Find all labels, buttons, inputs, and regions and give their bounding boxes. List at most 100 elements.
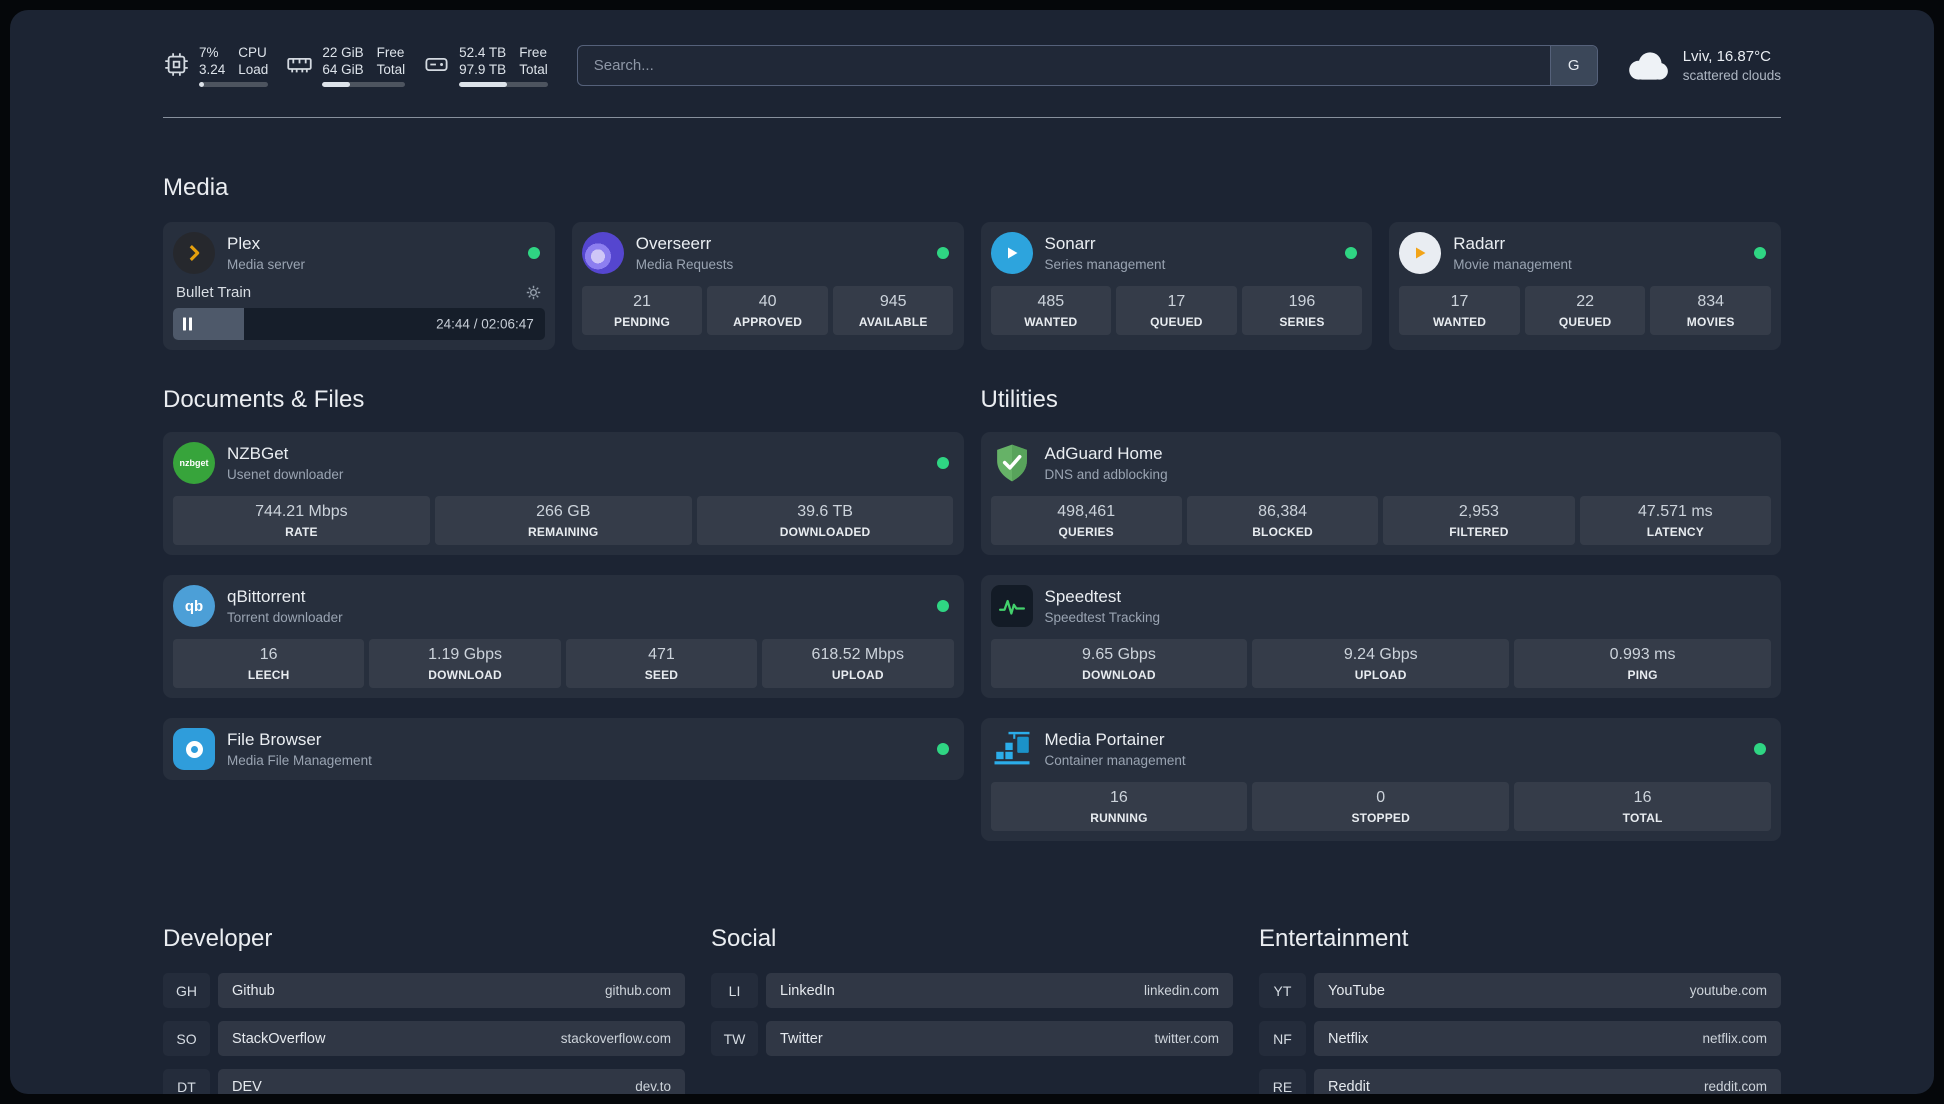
bookmark-abbr: DT: [163, 1069, 210, 1094]
cpu-usage-value: 7%: [199, 45, 219, 60]
cpu-widget: 7% 3.24 CPU Load: [163, 44, 269, 87]
stat-wanted: 485 WANTED: [990, 286, 1112, 335]
stat-downloaded: 39.6 TB DOWNLOADED: [696, 496, 954, 545]
memory-icon: [286, 51, 313, 78]
bookmark-stackoverflow[interactable]: SO StackOverflow stackoverflow.com: [163, 1021, 685, 1056]
radarr-card[interactable]: Radarr Movie management 17 WANTED 22 QUE…: [1389, 222, 1781, 350]
filebrowser-card[interactable]: File Browser Media File Management: [163, 718, 964, 780]
bookmark-name: StackOverflow: [232, 1030, 326, 1047]
memory-free-label: Free: [376, 45, 405, 60]
stat-queries: 498,461 QUERIES: [990, 496, 1182, 545]
service-name: Speedtest: [1044, 587, 1122, 606]
memory-free-value: 22 GiB: [322, 45, 364, 60]
stat-remaining: 266 GB REMAINING: [434, 496, 692, 545]
bookmark-github[interactable]: GH Github github.com: [163, 973, 685, 1008]
bookmark-name: Netflix: [1328, 1030, 1369, 1047]
stat-movies: 834 MOVIES: [1650, 286, 1771, 335]
nzbget-card[interactable]: nzbget NZBGet Usenet downloader 744.21 M…: [163, 432, 964, 555]
pause-button[interactable]: [183, 317, 192, 331]
bookmark-abbr: TW: [711, 1021, 758, 1056]
sonarr-card[interactable]: Sonarr Series management 485 WANTED 17 Q…: [980, 222, 1373, 350]
status-dot: [936, 457, 949, 469]
overseerr-card[interactable]: Overseerr Media Requests 21 PENDING 40 A…: [571, 222, 964, 350]
window-frame: 7% 3.24 CPU Load 22 GiB 64 GiB Free Tota…: [0, 0, 1944, 1104]
bookmark-youtube[interactable]: YT YouTube youtube.com: [1259, 973, 1781, 1008]
adguard-icon: [991, 442, 1033, 484]
speedtest-card[interactable]: Speedtest Speedtest Tracking 9.65 Gbps D…: [980, 575, 1781, 698]
bookmark-url: github.com: [604, 983, 671, 998]
status-dot: [1345, 247, 1358, 259]
bookmark-name: LinkedIn: [780, 982, 835, 999]
stat-latency: 47.571 ms LATENCY: [1579, 496, 1771, 545]
stat-blocked: 86,384 BLOCKED: [1186, 496, 1379, 545]
service-subtitle: Series management: [1044, 257, 1166, 272]
bookmark-dev[interactable]: DT DEV dev.to: [163, 1069, 685, 1094]
memory-total-value: 64 GiB: [322, 62, 364, 77]
bookmark-url: dev.to: [635, 1079, 671, 1094]
media-grid: Plex Media server Bullet Train 24:44 / 0…: [163, 222, 1781, 350]
disk-icon: [423, 51, 450, 78]
qbittorrent-card[interactable]: qb qBittorrent Torrent downloader 16 LEE…: [163, 575, 964, 698]
top-bar: 7% 3.24 CPU Load 22 GiB 64 GiB Free Tota…: [163, 10, 1781, 87]
service-subtitle: Media File Management: [227, 753, 372, 768]
cpu-load-label: Load: [238, 62, 269, 77]
stat-leech: 16 LEECH: [173, 639, 365, 688]
bookmark-name: Github: [232, 982, 275, 999]
resource-widgets: 7% 3.24 CPU Load 22 GiB 64 GiB Free Tota…: [163, 44, 548, 87]
bookmarks: Developer GH Github github.com SO StackO…: [163, 861, 1781, 1094]
disk-progress-bar: [459, 82, 548, 87]
stat-available: 945 AVAILABLE: [832, 286, 954, 335]
social-bookmarks: Social LI LinkedIn linkedin.com TW Twitt…: [711, 861, 1233, 1094]
gear-icon[interactable]: [525, 284, 542, 301]
plex-card[interactable]: Plex Media server Bullet Train 24:44 / 0…: [163, 222, 555, 350]
bookmark-linkedin[interactable]: LI LinkedIn linkedin.com: [711, 973, 1233, 1008]
portainer-card[interactable]: Media Portainer Container management 16 …: [980, 718, 1781, 841]
stat-running: 16 RUNNING: [990, 782, 1248, 831]
service-subtitle: Movie management: [1453, 257, 1572, 272]
stat-wanted: 17 WANTED: [1399, 286, 1520, 335]
bookmark-abbr: RE: [1259, 1069, 1306, 1094]
search-provider-button[interactable]: G: [1549, 46, 1597, 85]
stat-stopped: 0 STOPPED: [1252, 782, 1510, 831]
cpu-load-value: 3.24: [199, 62, 226, 77]
memory-total-label: Total: [376, 62, 406, 77]
bookmark-abbr: SO: [163, 1021, 210, 1056]
section-title-entertainment: Entertainment: [1259, 925, 1409, 952]
weather-widget: Lviv, 16.87°C scattered clouds: [1625, 47, 1781, 85]
bookmark-netflix[interactable]: NF Netflix netflix.com: [1259, 1021, 1781, 1056]
service-name: Radarr: [1453, 234, 1506, 253]
stat-seed: 471 SEED: [565, 639, 758, 688]
plex-icon: [173, 232, 215, 274]
service-name: NZBGet: [227, 444, 289, 463]
status-dot: [1754, 247, 1766, 259]
service-name: qBittorrent: [227, 587, 306, 606]
bookmark-reddit[interactable]: RE Reddit reddit.com: [1259, 1069, 1781, 1094]
status-dot: [936, 600, 949, 612]
section-title-media: Media: [163, 174, 229, 201]
stat-upload: 9.24 Gbps UPLOAD: [1252, 639, 1510, 688]
weather-location: Lviv, 16.87°C: [1682, 47, 1771, 65]
section-title-utilities: Utilities: [980, 386, 1058, 413]
playback-progress-bar: 24:44 / 02:06:47: [173, 308, 545, 340]
stat-pending: 21 PENDING: [581, 286, 703, 335]
adguard-card[interactable]: AdGuard Home DNS and adblocking 498,461 …: [980, 432, 1781, 555]
speedtest-icon: [990, 585, 1033, 627]
disk-total-value: 97.9 TB: [459, 62, 507, 77]
service-subtitle: Container management: [1044, 753, 1186, 768]
service-subtitle: Media server: [227, 257, 306, 272]
disk-free-label: Free: [519, 45, 547, 60]
bookmark-url: youtube.com: [1689, 983, 1767, 998]
bookmark-abbr: GH: [163, 973, 210, 1008]
service-name: Media Portainer: [1044, 730, 1165, 749]
stat-download: 1.19 Gbps DOWNLOAD: [369, 639, 561, 688]
cpu-icon: [163, 51, 190, 78]
service-subtitle: Usenet downloader: [227, 467, 344, 482]
bookmark-twitter[interactable]: TW Twitter twitter.com: [711, 1021, 1233, 1056]
bookmark-name: Reddit: [1328, 1078, 1370, 1095]
search-input[interactable]: [577, 46, 1550, 85]
weather-condition: scattered clouds: [1682, 67, 1781, 83]
stat-approved: 40 APPROVED: [707, 286, 828, 335]
filebrowser-icon: [173, 728, 215, 770]
service-name: Overseerr: [635, 234, 712, 253]
cpu-progress-bar: [199, 82, 269, 87]
